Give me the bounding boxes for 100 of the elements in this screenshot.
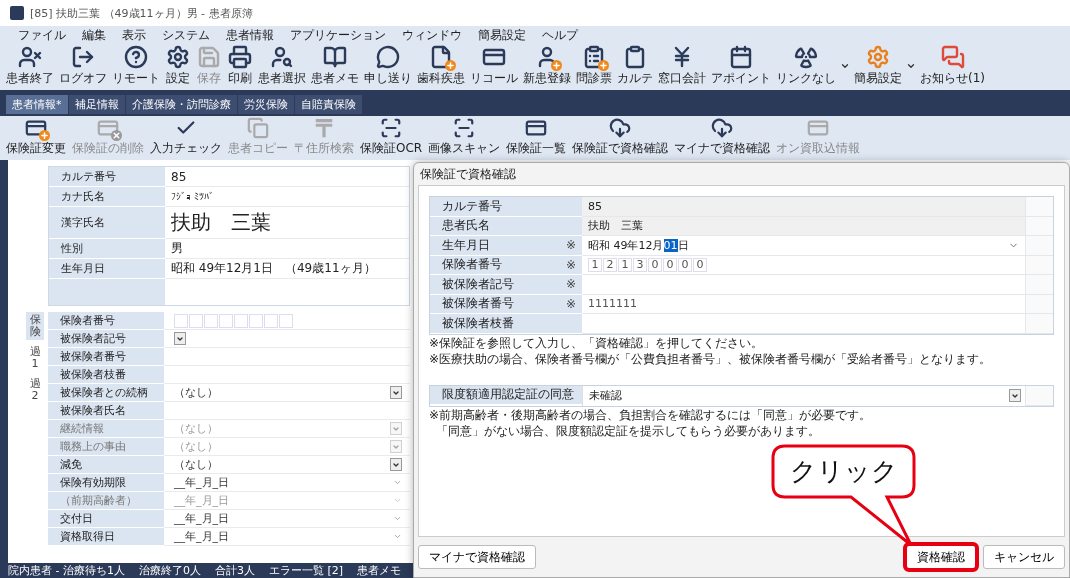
menu-item[interactable]: 簡易設定 <box>478 26 526 44</box>
tab[interactable]: 患者情報* <box>6 95 68 114</box>
required-mark: ※ <box>565 257 576 272</box>
field-input[interactable] <box>164 402 410 420</box>
toolbar-button[interactable]: 画像スキャン <box>426 117 503 157</box>
field-value: 扶助 三葉 <box>582 216 1025 236</box>
toolbar-button[interactable]: アポイント <box>709 45 773 87</box>
field-value: 85 <box>165 167 409 187</box>
field-input[interactable] <box>164 312 410 330</box>
side-tab[interactable]: 保険 <box>26 312 44 341</box>
toolbar-button[interactable]: マイナで資格確認 <box>672 117 773 157</box>
toolbar-button[interactable]: ログオフ <box>57 45 109 87</box>
toolbar-button[interactable]: 保険証一覧 <box>504 117 569 157</box>
tab[interactable]: 補足情報 <box>68 95 125 114</box>
status-text: 合計3人 <box>214 563 255 578</box>
tab[interactable]: 介護保険・訪問診療 <box>125 95 237 114</box>
toolbar-button[interactable]: 患者選択 <box>256 45 308 87</box>
field-input[interactable]: __年_月_日 <box>164 510 410 528</box>
required-mark: ※ <box>565 277 576 292</box>
field-value: ﾌｼﾞｮ ﾐﾂﾊﾞ <box>165 187 409 207</box>
toolbar-button[interactable]: 保険証変更 <box>4 117 68 157</box>
dialog-button[interactable]: 資格確認 <box>903 542 979 572</box>
toolbar-button[interactable]: 印刷 <box>225 45 255 87</box>
save-icon <box>197 45 221 69</box>
field-input[interactable] <box>164 366 410 384</box>
menu-item[interactable]: ファイル <box>18 26 66 44</box>
scanner-icon <box>380 117 403 139</box>
callout-text: クリック <box>789 455 898 486</box>
settings-icon <box>866 45 890 69</box>
field-label: 被保険者記号 <box>442 275 514 293</box>
toolbar-button[interactable]: リンクなし <box>774 45 838 87</box>
field-input[interactable]: __年_月_日 <box>164 474 410 492</box>
required-mark: ※ <box>565 296 576 311</box>
toolbar-button[interactable]: 簡易設定 <box>852 45 904 87</box>
dropdown-button[interactable] <box>390 458 402 471</box>
menu-item[interactable]: 編集 <box>82 26 106 44</box>
field-label: 保険者番号 <box>442 256 502 274</box>
input-field[interactable]: 1 2 1 3 0 0 0 0 <box>582 255 1025 275</box>
toolbar-button[interactable]: リコール <box>468 45 520 87</box>
toolbar-button[interactable]: 歯科疾患 <box>415 45 467 87</box>
toolbar-button[interactable]: 患者メモ <box>309 45 361 87</box>
dropdown-button[interactable] <box>174 332 186 345</box>
note-text: ※保険証を参照して入力し、「資格確認」を押してください。 <box>429 334 765 351</box>
book-icon <box>323 45 347 69</box>
menu-item[interactable]: アプリケーション <box>290 26 386 44</box>
menu-item[interactable]: ウィンドウ <box>402 26 462 44</box>
dialog-button[interactable]: マイナで資格確認 <box>418 545 536 569</box>
field-label: カルテ番号 <box>442 197 502 215</box>
person-search-icon <box>270 45 294 69</box>
menu-item[interactable]: システム <box>162 26 210 44</box>
radiation-icon <box>794 45 818 69</box>
tab[interactable]: 自賠責保険 <box>294 95 362 114</box>
toolbar-button[interactable]: リモート <box>110 45 162 87</box>
toolbar-button[interactable]: 患者終了 <box>4 45 56 87</box>
field-input[interactable]: __年_月_日 <box>164 528 410 546</box>
copy-icon <box>247 117 269 139</box>
field-value: 男 <box>165 239 409 259</box>
menu-item[interactable]: 患者情報 <box>226 26 274 44</box>
note-text: 「同意」がない場合、限度額認定証を提示してもらう必要があります。 <box>435 422 821 439</box>
field-input[interactable] <box>164 348 410 366</box>
menu-item[interactable]: 表示 <box>122 26 146 44</box>
card-cross-icon <box>97 117 119 139</box>
cloud-download-icon <box>711 117 734 139</box>
speech-bubble-icon <box>376 45 400 69</box>
toolbar-button[interactable]: 問診票 <box>574 45 614 87</box>
toolbar-button[interactable]: 新患登録 <box>521 45 573 87</box>
app-icon <box>10 6 24 20</box>
help-icon <box>124 45 148 69</box>
status-text: 治療終了0人 <box>138 563 201 578</box>
toolbar-button[interactable]: 入力チェック <box>148 117 224 157</box>
field-label: 被保険者番号 <box>442 295 514 313</box>
field-label: 患者氏名 <box>442 217 490 235</box>
required-mark: ※ <box>565 238 576 253</box>
status-text: 院内患者 - 治療待ち1人 <box>8 563 125 578</box>
toolbar-button[interactable]: 設定 <box>163 45 193 87</box>
document-plus-icon <box>429 45 453 69</box>
toolbar-button[interactable]: 保険証OCR <box>358 117 425 157</box>
menu-item[interactable]: ヘルプ <box>542 26 578 44</box>
toolbar-button[interactable]: 申し送り <box>362 45 414 87</box>
input-field[interactable]: 昭和 49年12月 01日 <box>582 236 1025 256</box>
toolbar-button[interactable]: お知らせ(1) <box>918 45 987 87</box>
toolbar-button[interactable]: 窓口会計 <box>656 45 708 87</box>
settings-icon <box>166 45 190 69</box>
card-icon <box>525 117 548 139</box>
card-plus-icon <box>25 117 47 139</box>
field-input[interactable]: （なし） <box>164 456 410 474</box>
clipboard-icon <box>623 45 647 69</box>
field-input[interactable]: （なし） <box>164 384 410 402</box>
chat-bubbles-icon <box>940 45 965 69</box>
toolbar-button[interactable]: 保険証で資格確認 <box>570 117 671 157</box>
tab[interactable]: 労災保険 <box>237 95 294 114</box>
dialog-title: 保険証で資格確認 <box>420 165 516 183</box>
clipboard-plus-icon <box>582 45 606 69</box>
field-input[interactable] <box>164 330 410 348</box>
dropdown-button[interactable] <box>390 386 402 399</box>
field-value: 扶助 三葉 <box>165 207 409 239</box>
dialog-button[interactable]: キャンセル <box>983 545 1065 569</box>
toolbar-button[interactable]: カルテ <box>615 45 655 87</box>
window-title: [85] 扶助三葉 （49歳11ヶ月）男 - 患者原簿 <box>30 5 253 21</box>
cloud-download-icon <box>609 117 632 139</box>
